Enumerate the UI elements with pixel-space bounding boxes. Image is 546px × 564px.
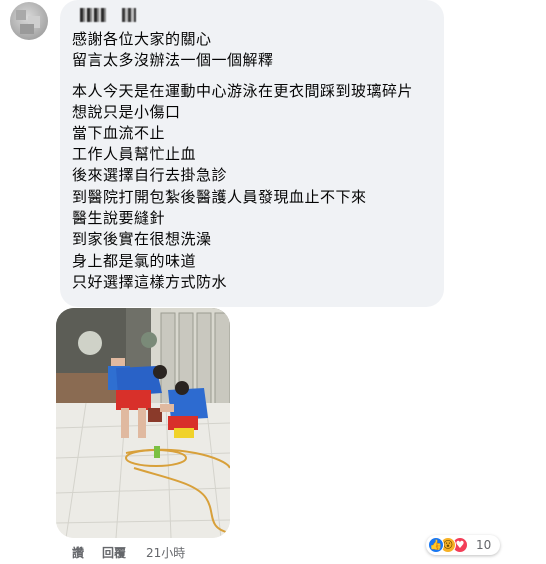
comment-thread: 感謝各位大家的關心 留言太多沒辦法一個一個解釋 本人今天是在運動中心游泳在更衣間… [0, 0, 546, 564]
censored-name-block [80, 8, 106, 22]
comment-photo[interactable] [56, 308, 230, 538]
comment-line: 身上都是氯的味道 [72, 252, 197, 270]
reaction-count: 10 [476, 538, 492, 552]
reactions-summary[interactable]: 👍 😮 ♥ 10 [426, 535, 500, 555]
comment-line: 留言太多沒辦法一個一個解釋 [72, 51, 274, 69]
comment-line: 想說只是小傷口 [72, 103, 181, 121]
like-icon: 👍 [428, 537, 444, 553]
timestamp[interactable]: 21小時 [146, 545, 185, 561]
comment-line: 感謝各位大家的關心 [72, 30, 212, 48]
comment-line: 後來選擇自行去掛急診 [72, 166, 228, 184]
censored-name-block [122, 8, 136, 22]
avatar-pixel-block [20, 24, 34, 34]
reply-action[interactable]: 回覆 [102, 545, 126, 561]
comment-line: 工作人員幫忙止血 [72, 145, 197, 163]
like-action[interactable]: 讚 [72, 545, 84, 561]
avatar[interactable] [10, 2, 48, 40]
comment-line: 醫生說要縫針 [72, 209, 166, 227]
locker-room-photo [56, 308, 230, 538]
comment-line: 只好選擇這樣方式防水 [72, 273, 228, 291]
comment-line: 到家後實在很想洗澡 [72, 230, 212, 248]
avatar-pixel-block [16, 10, 26, 20]
comment-line: 本人今天是在運動中心游泳在更衣間踩到玻璃碎片 [72, 82, 414, 100]
comment-line: 當下血流不止 [72, 124, 166, 142]
comment-line: 到醫院打開包紮後醫護人員發現血止不下來 [72, 188, 367, 206]
comment-bubble: 感謝各位大家的關心 留言太多沒辦法一個一個解釋 本人今天是在運動中心游泳在更衣間… [60, 0, 444, 307]
